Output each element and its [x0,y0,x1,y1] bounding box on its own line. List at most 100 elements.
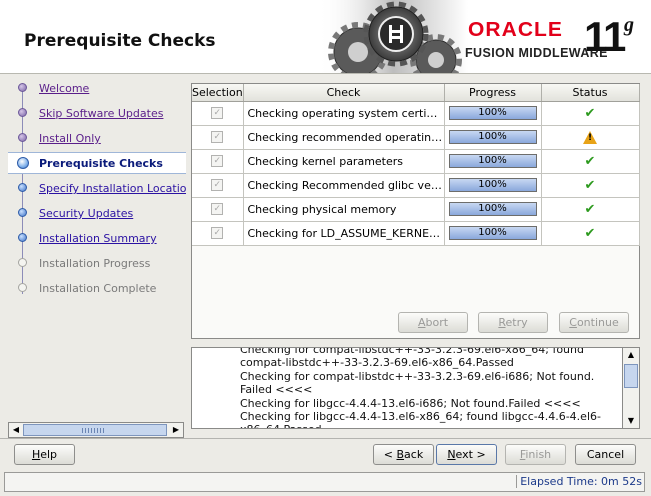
prerequisite-checks-panel: Selection Check Progress Status ✓ Checkin… [191,83,640,339]
version-number: 11 [584,13,626,60]
scroll-left-arrow-icon[interactable]: ◀ [9,423,23,437]
selection-checkbox[interactable]: ✓ [211,155,224,167]
finish-button[interactable]: Finish [505,444,566,465]
footer-divider [0,438,651,439]
table-row[interactable]: ✓ Checking operating system certific... 10… [192,101,640,126]
sidebar-horizontal-scrollbar[interactable]: ◀ ▶ [8,422,184,438]
step-label[interactable]: Install Only [39,132,101,145]
warning-triangle-icon[interactable] [583,130,597,144]
step-skip-software-updates[interactable]: Skip Software Updates [8,103,186,125]
selection-checkbox[interactable]: ✓ [211,179,224,191]
checkmark-icon[interactable]: ✔ [585,154,596,169]
step-installation-complete: Installation Complete [8,278,186,300]
progress-percent: 100% [478,155,507,166]
retry-mnemonic: R [498,316,506,329]
column-header-status[interactable]: Status [541,84,640,102]
table-row[interactable]: ✓ Checking Recommended glibc ver... 100% ✔ [192,173,640,198]
checkmark-icon[interactable]: ✔ [585,178,596,193]
progress-percent: 100% [478,131,507,142]
check-name-cell: Checking operating system certific... [243,101,445,126]
check-log-panel[interactable]: Checking for compat-libstdc++-33-3.2.3-6… [191,347,640,429]
checkmark-icon[interactable]: ✔ [585,226,596,241]
retry-button[interactable]: Retry [478,312,548,333]
step-installation-progress: Installation Progress [8,253,186,275]
column-header-check[interactable]: Check [243,84,445,102]
selection-cell: ✓ [192,101,244,126]
step-welcome[interactable]: Welcome [8,78,186,100]
selection-checkbox[interactable]: ✓ [211,107,224,119]
table-row[interactable]: ✓ Checking for LD_ASSUME_KERNEL ... 100% ✔ [192,221,640,246]
selection-checkbox[interactable]: ✓ [211,131,224,143]
status-cell[interactable]: ✔ [541,101,640,126]
selection-cell: ✓ [192,197,244,222]
step-dot-icon [18,208,27,217]
abort-button[interactable]: Abort [398,312,468,333]
steps-list: Welcome Skip Software Updates Install On… [8,76,186,420]
continue-mnemonic: C [569,316,577,329]
step-label[interactable]: Installation Summary [39,232,157,245]
scroll-thumb[interactable] [624,364,638,388]
check-name-cell: Checking Recommended glibc ver... [243,173,445,198]
progress-percent: 100% [478,203,507,214]
check-log-text[interactable]: Checking for compat-libstdc++-33-3.2.3-6… [240,348,616,428]
retry-label-rest: etry [505,316,528,329]
progress-bar: 100% [448,178,537,192]
step-install-only[interactable]: Install Only [8,128,186,150]
selection-cell: ✓ [192,173,244,198]
table-row[interactable]: ✓ Checking kernel parameters 100% ✔ [192,149,640,174]
log-vertical-scrollbar[interactable]: ▲ ▼ [622,348,639,428]
step-label: Prerequisite Checks [39,157,163,170]
status-cell[interactable] [541,125,640,150]
scroll-up-arrow-icon[interactable]: ▲ [623,348,639,362]
step-label: Installation Complete [39,282,157,295]
step-label[interactable]: Security Updates [39,207,133,220]
selection-cell: ✓ [192,149,244,174]
help-label-rest: elp [40,448,58,461]
table-row[interactable]: ✓ Checking physical memory 100% ✔ [192,197,640,222]
progress-cell: 100% [444,173,542,198]
next-button[interactable]: Next > [436,444,497,465]
progress-cell: 100% [444,197,542,222]
status-cell[interactable]: ✔ [541,149,640,174]
status-cell[interactable]: ✔ [541,197,640,222]
scroll-down-arrow-icon[interactable]: ▼ [623,414,639,428]
step-prerequisite-checks[interactable]: Prerequisite Checks [8,152,186,174]
step-specify-installation-location[interactable]: Specify Installation Location [8,178,186,200]
finish-label-rest: inish [525,448,552,461]
scroll-right-arrow-icon[interactable]: ▶ [169,423,183,437]
elapsed-time: Elapsed Time: 0m 52s [516,475,642,488]
oracle-logo: ORACLE FUSION MIDDLEWARE 11 g [462,10,647,70]
selection-checkbox[interactable]: ✓ [211,203,224,215]
step-dot-icon [18,108,27,117]
back-label-rest: ack [404,448,424,461]
continue-button[interactable]: Continue [559,312,629,333]
step-label[interactable]: Welcome [39,82,89,95]
next-mnemonic: N [447,448,456,461]
continue-label-rest: ontinue [576,316,619,329]
check-name-cell: Checking recommended operating... [243,125,445,150]
header-banner: Prerequisite Checks ORACLE FUSION MIDDLE… [0,0,651,74]
progress-percent: 100% [478,179,507,190]
status-cell[interactable]: ✔ [541,221,640,246]
help-mnemonic: H [31,448,41,461]
column-header-progress[interactable]: Progress [444,84,542,102]
step-security-updates[interactable]: Security Updates [8,203,186,225]
progress-cell: 100% [444,101,542,126]
status-cell[interactable]: ✔ [541,173,640,198]
step-label[interactable]: Specify Installation Location [39,182,186,195]
step-dot-icon [18,83,27,92]
checkmark-icon[interactable]: ✔ [585,106,596,121]
table-row[interactable]: ✓ Checking recommended operating... 100% [192,125,640,150]
help-button[interactable]: Help [14,444,75,465]
step-installation-summary[interactable]: Installation Summary [8,228,186,250]
step-label[interactable]: Skip Software Updates [39,107,163,120]
progress-bar: 100% [448,226,537,240]
version-letter: g [624,14,634,36]
column-header-selection[interactable]: Selection [192,84,244,102]
scroll-thumb[interactable] [23,424,167,436]
selection-checkbox[interactable]: ✓ [211,227,224,239]
checkmark-icon[interactable]: ✔ [585,202,596,217]
check-name-cell: Checking for LD_ASSUME_KERNEL ... [243,221,445,246]
back-button[interactable]: < Back [373,444,434,465]
cancel-button[interactable]: Cancel [575,444,636,465]
